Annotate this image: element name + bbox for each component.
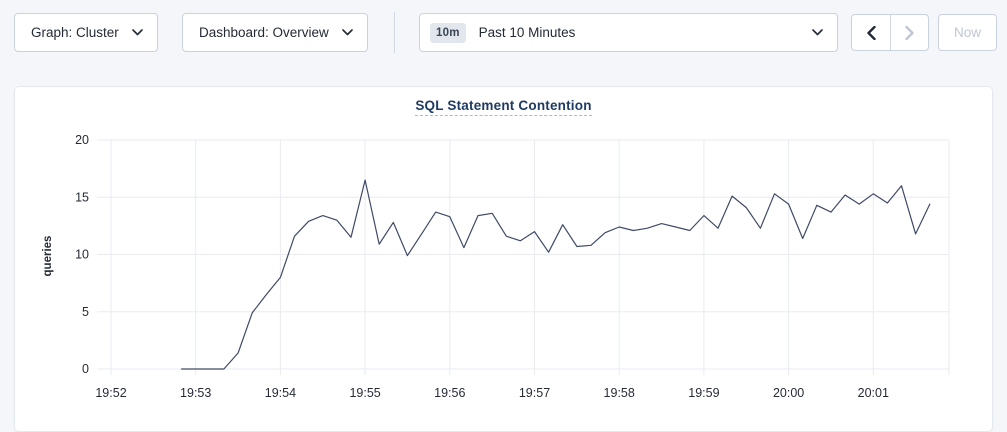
time-range-picker[interactable]: 10m Past 10 Minutes	[419, 13, 838, 52]
x-tick-label: 20:00	[773, 386, 804, 400]
toolbar-divider	[394, 12, 395, 53]
y-tick-label: 0	[82, 362, 89, 376]
time-range-label: Past 10 Minutes	[479, 25, 802, 40]
time-range-badge: 10m	[430, 23, 466, 43]
y-tick-label: 5	[82, 305, 89, 319]
y-tick-label: 15	[75, 190, 89, 204]
series-line-queries	[182, 180, 930, 369]
x-tick-label: 19:55	[349, 386, 380, 400]
line-chart: 0 5 10 15 20 19:52 19:53 19:54 19:55 19:56 19:57 19…	[15, 87, 994, 431]
graph-dropdown[interactable]: Graph: Cluster	[14, 13, 158, 52]
y-axis-label: queries	[42, 236, 54, 277]
time-range-nav	[851, 14, 929, 51]
toolbar: Graph: Cluster Dashboard: Overview 10m P…	[0, 0, 1007, 66]
prev-range-button[interactable]	[852, 15, 890, 50]
next-range-button[interactable]	[890, 15, 928, 50]
x-tick-label: 19:57	[519, 386, 550, 400]
now-button[interactable]: Now	[938, 14, 997, 51]
chevron-right-icon	[905, 26, 914, 40]
y-tick-label: 20	[75, 133, 89, 147]
x-tick-label: 19:56	[434, 386, 465, 400]
x-tick-label: 19:53	[180, 386, 211, 400]
x-tick-label: 19:52	[95, 386, 126, 400]
x-tick-label: 19:58	[604, 386, 635, 400]
chevron-down-icon	[132, 29, 143, 36]
dashboard-dropdown[interactable]: Dashboard: Overview	[182, 13, 368, 52]
db-console-page: Graph: Cluster Dashboard: Overview 10m P…	[0, 0, 1007, 432]
chart-card: SQL Statement Contention 0510152019:5219…	[14, 86, 993, 432]
y-tick-label: 10	[75, 248, 89, 262]
x-tick-label: 20:01	[858, 386, 889, 400]
chevron-down-icon	[812, 29, 823, 36]
chevron-down-icon	[342, 29, 353, 36]
x-tick-label: 19:59	[688, 386, 719, 400]
chevron-left-icon	[867, 26, 876, 40]
dashboard-dropdown-label: Dashboard: Overview	[199, 25, 329, 40]
x-tick-label: 19:54	[265, 386, 296, 400]
graph-dropdown-label: Graph: Cluster	[31, 25, 119, 40]
